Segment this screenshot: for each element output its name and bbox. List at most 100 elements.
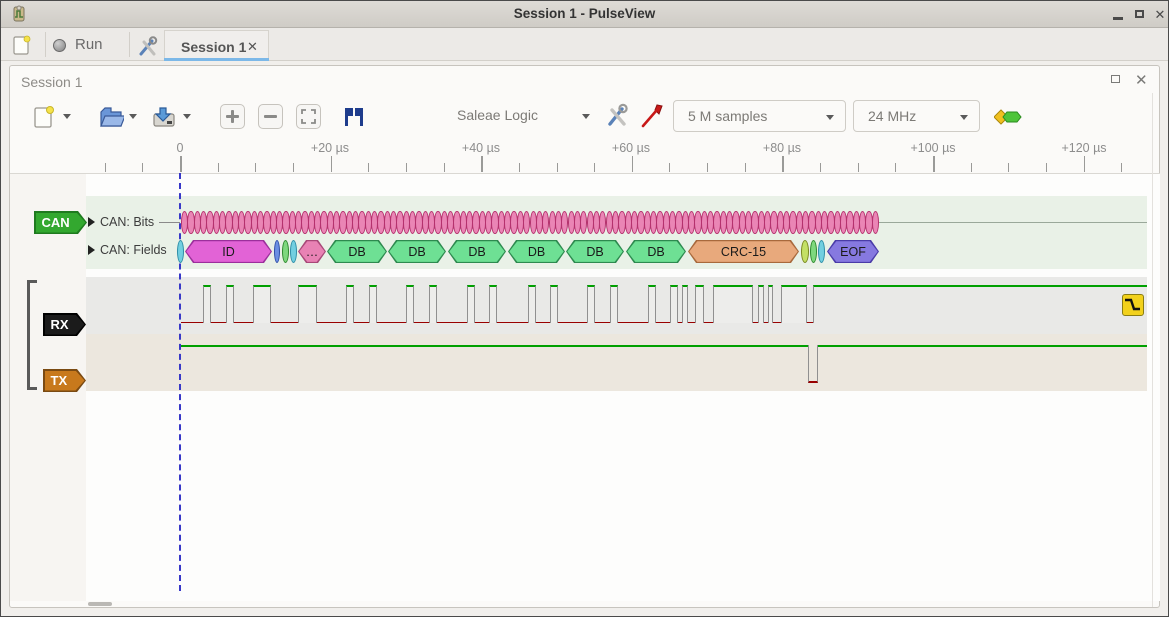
can-bits-connector-line <box>159 222 180 223</box>
rx-high-pulse <box>550 285 558 323</box>
ruler-tick-label: +100 µs <box>910 141 955 155</box>
probe-button[interactable] <box>639 103 665 129</box>
sample-count-combo[interactable]: 5 M samples <box>673 100 846 132</box>
ruler-major-tick <box>180 156 182 172</box>
open-file-dropdown-arrow[interactable] <box>129 114 137 119</box>
can-field-annotation-fill: EOF <box>828 241 877 262</box>
ruler-tick-label: +80 µs <box>763 141 801 155</box>
settings-wrench-button[interactable] <box>137 36 159 58</box>
ruler-minor-tick <box>669 163 670 172</box>
rx-high-pulse <box>758 285 764 323</box>
can-fields-expander[interactable] <box>88 245 95 255</box>
zoom-fit-button[interactable] <box>296 104 321 129</box>
ruler-major-tick <box>331 156 333 172</box>
zoom-in-button[interactable] <box>220 104 245 129</box>
channel-group-bracket[interactable] <box>27 280 37 390</box>
device-select[interactable]: Saleae Logic <box>449 100 599 132</box>
title-bar[interactable]: Session 1 - PulseView ✕ <box>1 1 1168 28</box>
ruler-minor-tick <box>858 163 859 172</box>
can-field-annotation: DB <box>626 240 686 263</box>
maximize-button[interactable] <box>1131 7 1149 22</box>
rx-high-pulse <box>369 285 377 323</box>
can-field-annotation-fill: DB <box>389 241 444 262</box>
can-field-annotation <box>801 240 809 263</box>
ruler-minor-tick <box>218 163 219 172</box>
tx-channel-tag[interactable]: TX <box>43 369 86 392</box>
ruler-major-tick <box>632 156 634 172</box>
window-title: Session 1 - PulseView <box>1 6 1168 21</box>
tx-channel-region <box>86 334 1147 391</box>
save-dropdown-arrow[interactable] <box>183 114 191 119</box>
tab-close-icon[interactable]: ✕ <box>247 39 258 55</box>
ruler-major-tick <box>481 156 483 172</box>
ruler-minor-tick <box>406 163 407 172</box>
ruler-minor-tick <box>444 163 445 172</box>
ruler-tick-label: 0 <box>177 141 184 155</box>
can-field-annotation: DB <box>327 240 387 263</box>
can-decoder-tag[interactable]: CAN <box>34 211 87 234</box>
ruler-minor-tick <box>1008 163 1009 172</box>
ruler-major-tick <box>782 156 784 172</box>
ruler-tick-label: +40 µs <box>462 141 500 155</box>
zoom-fit-icon <box>297 105 320 128</box>
rx-high-pulse <box>406 285 414 323</box>
tx-low-dip <box>808 345 818 383</box>
subwindow-maximize-icon <box>1111 75 1120 83</box>
sample-rate-arrow <box>960 115 968 120</box>
rx-high-pulse <box>610 285 618 323</box>
rx-high-pulse <box>713 285 753 323</box>
ruler-minor-tick <box>1046 163 1047 172</box>
ruler-minor-tick <box>519 163 520 172</box>
zoom-out-icon <box>259 105 282 128</box>
rx-high-pulse <box>682 285 688 323</box>
toolbar-separator <box>129 32 130 57</box>
zoom-out-button[interactable] <box>258 104 283 129</box>
rx-high-pulse <box>203 285 211 323</box>
active-tab-indicator <box>164 58 269 61</box>
sample-count-value: 5 M samples <box>688 108 767 124</box>
new-file-button[interactable] <box>31 104 57 130</box>
can-field-annotation <box>274 240 280 263</box>
rx-high-pulse <box>781 285 807 323</box>
minimize-button[interactable] <box>1109 7 1127 22</box>
can-field-annotation <box>818 240 825 263</box>
time-cursor[interactable] <box>179 173 181 591</box>
tab-label: Session 1 <box>181 39 246 55</box>
save-button[interactable] <box>151 104 177 130</box>
run-label: Run <box>75 36 103 53</box>
can-field-annotation: ID <box>185 240 272 263</box>
run-button[interactable]: Run <box>51 32 123 58</box>
rx-high-pulse <box>429 285 437 323</box>
can-bits-expander[interactable] <box>88 217 95 227</box>
maximize-icon <box>1135 10 1144 18</box>
add-decoder-button[interactable] <box>994 105 1024 129</box>
ruler-minor-tick <box>820 163 821 172</box>
open-file-button[interactable] <box>98 104 124 130</box>
horizontal-scrollbar-thumb[interactable] <box>88 602 112 606</box>
trigger-settings-button[interactable] <box>342 105 366 129</box>
ruler-minor-tick <box>142 163 143 172</box>
channels-button[interactable] <box>604 103 630 129</box>
can-field-annotation <box>290 240 297 263</box>
subwindow-close-button[interactable]: ✕ <box>1135 71 1148 89</box>
new-file-dropdown-arrow[interactable] <box>63 114 71 119</box>
subwindow-title: Session 1 <box>21 74 82 90</box>
vertical-scrollbar-track <box>1152 93 1153 607</box>
sample-rate-combo[interactable]: 24 MHz <box>853 100 980 132</box>
new-session-button[interactable] <box>11 34 33 56</box>
can-bits-row-label: CAN: Bits <box>100 215 154 229</box>
can-field-annotation: CRC-15 <box>688 240 799 263</box>
rx-final-high <box>813 285 1147 323</box>
can-field-annotation-fill: DB <box>328 241 385 262</box>
can-field-annotation-fill: DB <box>449 241 504 262</box>
ruler-minor-tick <box>707 163 708 172</box>
tab-session-1[interactable]: Session 1 ✕ <box>164 30 269 61</box>
can-field-annotation: DB <box>508 240 565 263</box>
close-button[interactable]: ✕ <box>1151 7 1169 22</box>
can-field-annotation: DB <box>566 240 624 263</box>
can-field-annotation <box>810 240 817 263</box>
rx-channel-tag[interactable]: RX <box>43 313 86 336</box>
can-field-annotation: DB <box>388 240 446 263</box>
run-icon <box>53 39 66 52</box>
ruler-minor-tick <box>971 163 972 172</box>
